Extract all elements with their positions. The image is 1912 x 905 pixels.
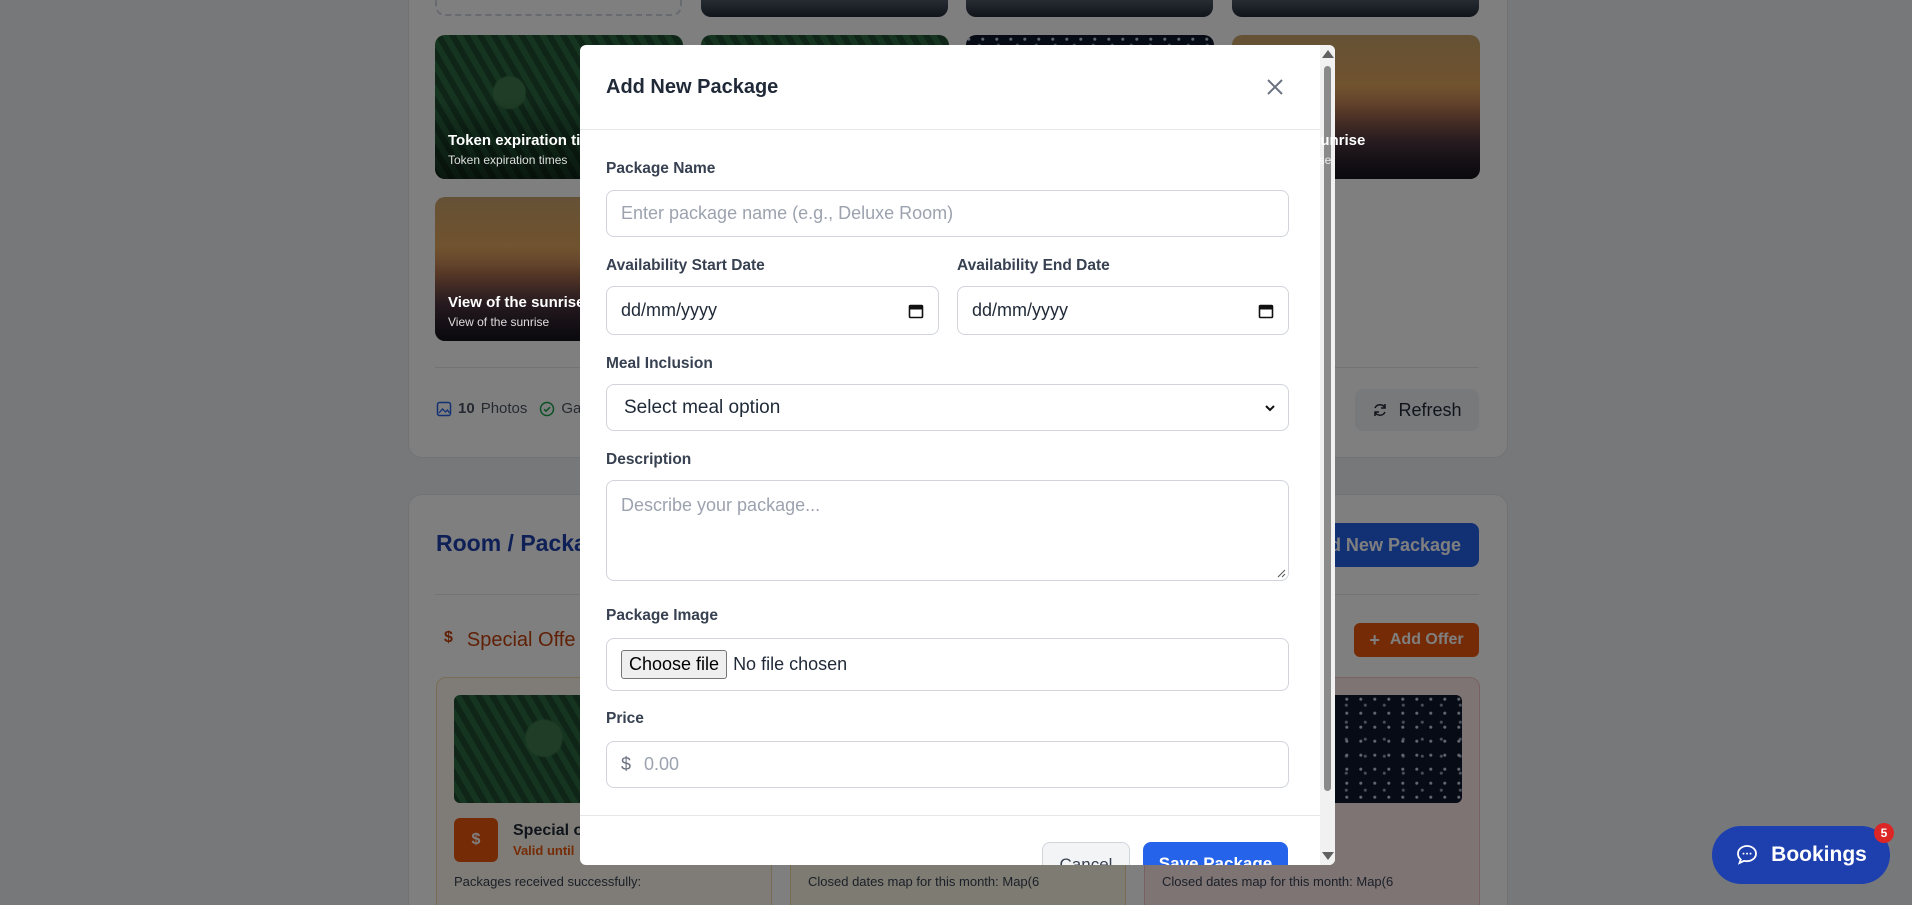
choose-file-button[interactable]: Choose file [621, 650, 728, 679]
price-label: Price [606, 710, 644, 727]
scroll-thumb[interactable] [1324, 66, 1331, 791]
description-textarea[interactable]: Describe your package... [606, 480, 1289, 581]
end-date-label: Availability End Date [957, 257, 1110, 274]
cancel-button[interactable]: Cancel [1042, 842, 1130, 865]
bookings-button[interactable]: Bookings [1712, 826, 1890, 884]
meal-selected-value: Select meal option [624, 396, 781, 418]
modal-scrollbar[interactable] [1320, 45, 1335, 865]
price-input[interactable]: $ 0.00 [606, 741, 1289, 788]
photo-subtitle: View of the sunrise [448, 315, 550, 329]
end-date-input[interactable]: dd/mm/yyyy [957, 286, 1289, 335]
meal-select[interactable]: Select meal option [606, 384, 1289, 431]
add-package-modal: Add New Package Package Name Enter packa… [580, 45, 1335, 865]
bookings-count-badge: 5 [1874, 823, 1894, 843]
package-image-input[interactable]: Choose file No file chosen [606, 638, 1289, 691]
meal-inclusion-label: Meal Inclusion [606, 355, 713, 372]
photo-subtitle: rise [1312, 153, 1332, 167]
photo-title: sunrise [1312, 132, 1366, 149]
scroll-up-icon[interactable] [1322, 50, 1334, 58]
photo-title: View of the sunrise [448, 294, 585, 311]
save-package-button[interactable]: Save Package [1143, 842, 1288, 865]
price-placeholder: 0.00 [644, 754, 680, 774]
start-date-label: Availability Start Date [606, 257, 765, 274]
package-name-placeholder: Enter package name (e.g., Deluxe Room) [621, 203, 954, 223]
chat-icon [1737, 845, 1758, 865]
calendar-icon[interactable] [1258, 303, 1274, 319]
chevron-down-icon [1265, 404, 1275, 411]
end-date-value: dd/mm/yyyy [972, 300, 1069, 320]
close-icon [1267, 79, 1283, 95]
photo-title: Token expiration ti [448, 132, 581, 149]
modal-title: Add New Package [606, 75, 779, 98]
start-date-value: dd/mm/yyyy [621, 300, 718, 320]
currency-symbol: $ [621, 754, 632, 774]
scroll-down-icon[interactable] [1322, 852, 1334, 860]
package-name-input[interactable]: Enter package name (e.g., Deluxe Room) [606, 190, 1289, 237]
photo-subtitle: Token expiration times [448, 153, 568, 167]
description-label: Description [606, 451, 692, 468]
calendar-icon[interactable] [908, 303, 924, 319]
description-placeholder: Describe your package... [621, 495, 821, 515]
file-status: No file chosen [733, 654, 848, 674]
package-image-label: Package Image [606, 607, 719, 624]
resize-handle-icon[interactable] [1277, 569, 1286, 578]
bookings-label: Bookings [1771, 843, 1867, 866]
start-date-input[interactable]: dd/mm/yyyy [606, 286, 939, 335]
modal-header: Add New Package [580, 45, 1335, 130]
package-name-label: Package Name [606, 160, 716, 177]
close-button[interactable] [1261, 73, 1289, 101]
